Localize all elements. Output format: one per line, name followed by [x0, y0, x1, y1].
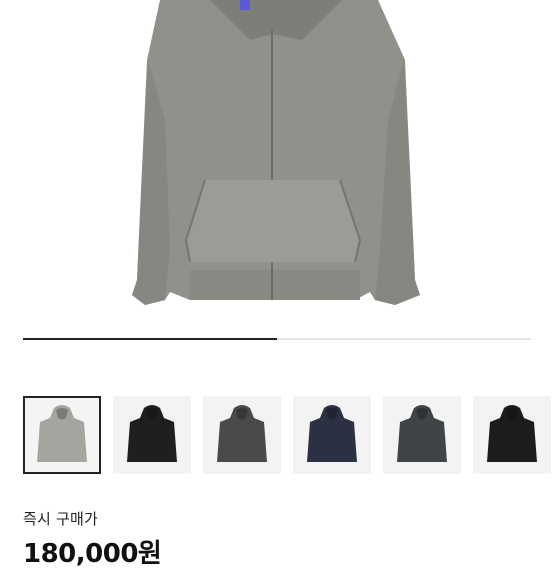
- hoodie-thumbnail-icon: [397, 405, 447, 462]
- thumbnail-6[interactable]: [473, 396, 551, 474]
- thumbnail-2[interactable]: [113, 396, 191, 474]
- hoodie-image: [132, 0, 420, 305]
- thumbnail-1[interactable]: [23, 396, 101, 474]
- image-slider-track[interactable]: [23, 338, 531, 340]
- thumbnail-strip: [0, 396, 554, 476]
- thumbnail-5[interactable]: [383, 396, 461, 474]
- thumbnail-3[interactable]: [203, 396, 281, 474]
- hoodie-thumbnail-icon: [127, 405, 177, 462]
- image-slider-progress: [23, 338, 277, 340]
- thumbnail-4[interactable]: [293, 396, 371, 474]
- price-label: 즉시 구매가: [23, 510, 98, 528]
- product-main-image[interactable]: [0, 0, 554, 370]
- hoodie-thumbnail-icon: [307, 405, 357, 462]
- section-divider: [0, 370, 554, 380]
- hoodie-thumbnail-icon: [217, 405, 267, 462]
- hoodie-thumbnail-icon: [487, 405, 537, 462]
- hoodie-thumbnail-icon: [37, 405, 87, 462]
- product-price: 180,000원: [23, 539, 162, 569]
